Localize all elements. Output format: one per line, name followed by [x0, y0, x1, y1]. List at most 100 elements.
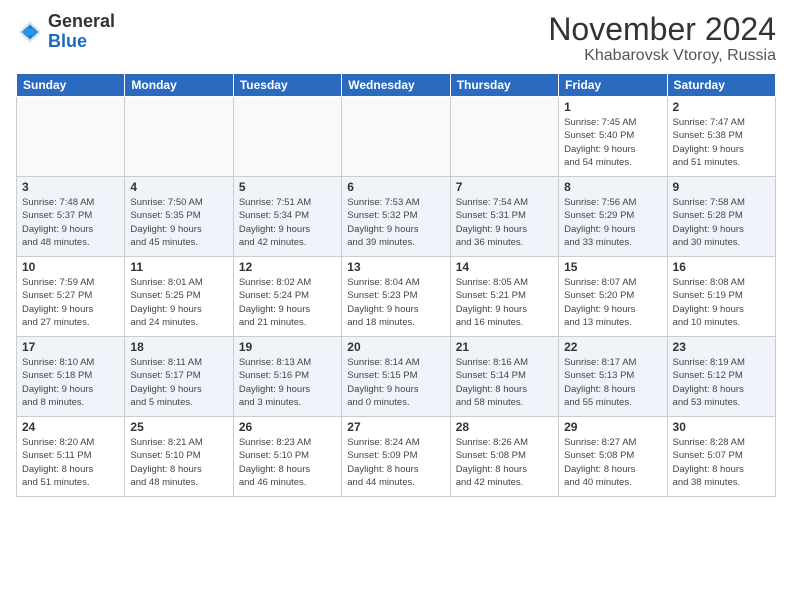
day-number: 5: [239, 180, 336, 194]
day-info: Sunrise: 7:58 AMSunset: 5:28 PMDaylight:…: [673, 196, 770, 249]
header-monday: Monday: [125, 74, 233, 97]
day-number: 28: [456, 420, 553, 434]
day-info: Sunrise: 8:10 AMSunset: 5:18 PMDaylight:…: [22, 356, 119, 409]
day-info: Sunrise: 8:05 AMSunset: 5:21 PMDaylight:…: [456, 276, 553, 329]
day-number: 9: [673, 180, 770, 194]
day-number: 3: [22, 180, 119, 194]
page: General Blue November 2024 Khabarovsk Vt…: [0, 0, 792, 612]
day-info: Sunrise: 8:11 AMSunset: 5:17 PMDaylight:…: [130, 356, 227, 409]
calendar-cell: 23 Sunrise: 8:19 AMSunset: 5:12 PMDayligh…: [667, 337, 775, 417]
day-info: Sunrise: 7:56 AMSunset: 5:29 PMDaylight:…: [564, 196, 661, 249]
day-number: 13: [347, 260, 444, 274]
day-info: Sunrise: 8:13 AMSunset: 5:16 PMDaylight:…: [239, 356, 336, 409]
day-info: Sunrise: 7:59 AMSunset: 5:27 PMDaylight:…: [22, 276, 119, 329]
day-number: 24: [22, 420, 119, 434]
day-number: 14: [456, 260, 553, 274]
header-tuesday: Tuesday: [233, 74, 341, 97]
calendar-cell: [342, 97, 450, 177]
calendar-cell: 5 Sunrise: 7:51 AMSunset: 5:34 PMDaylight…: [233, 177, 341, 257]
calendar-cell: 24Sunrise: 8:20 AMSunset: 5:11 PMDayligh…: [17, 417, 125, 497]
day-info: Sunrise: 8:26 AMSunset: 5:08 PMDaylight:…: [456, 436, 553, 489]
location-subtitle: Khabarovsk Vtoroy, Russia: [548, 47, 776, 65]
day-info: Sunrise: 8:21 AMSunset: 5:10 PMDaylight:…: [130, 436, 227, 489]
logo-text: General Blue: [48, 12, 115, 52]
day-number: 15: [564, 260, 661, 274]
calendar-cell: 14 Sunrise: 8:05 AMSunset: 5:21 PMDayligh…: [450, 257, 558, 337]
calendar-cell: 27 Sunrise: 8:24 AMSunset: 5:09 PMDayligh…: [342, 417, 450, 497]
day-info: Sunrise: 8:14 AMSunset: 5:15 PMDaylight:…: [347, 356, 444, 409]
day-info: Sunrise: 7:48 AMSunset: 5:37 PMDaylight:…: [22, 196, 119, 249]
calendar-cell: 10 Sunrise: 7:59 AMSunset: 5:27 PMDayligh…: [17, 257, 125, 337]
day-info: Sunrise: 7:45 AMSunset: 5:40 PMDaylight:…: [564, 116, 661, 169]
calendar-header-row: Sunday Monday Tuesday Wednesday Thursday…: [17, 74, 776, 97]
calendar-week-4: 17 Sunrise: 8:10 AMSunset: 5:18 PMDayligh…: [17, 337, 776, 417]
day-info: Sunrise: 8:24 AMSunset: 5:09 PMDaylight:…: [347, 436, 444, 489]
calendar-cell: 13 Sunrise: 8:04 AMSunset: 5:23 PMDayligh…: [342, 257, 450, 337]
calendar-cell: 30Sunrise: 8:28 AMSunset: 5:07 PMDayligh…: [667, 417, 775, 497]
calendar-cell: 15Sunrise: 8:07 AMSunset: 5:20 PMDayligh…: [559, 257, 667, 337]
header-saturday: Saturday: [667, 74, 775, 97]
calendar-cell: 21Sunrise: 8:16 AMSunset: 5:14 PMDayligh…: [450, 337, 558, 417]
day-number: 30: [673, 420, 770, 434]
header-friday: Friday: [559, 74, 667, 97]
day-info: Sunrise: 8:19 AMSunset: 5:12 PMDaylight:…: [673, 356, 770, 409]
day-number: 2: [673, 100, 770, 114]
day-number: 23: [673, 340, 770, 354]
day-info: Sunrise: 8:23 AMSunset: 5:10 PMDaylight:…: [239, 436, 336, 489]
calendar-cell: 17 Sunrise: 8:10 AMSunset: 5:18 PMDayligh…: [17, 337, 125, 417]
calendar-week-2: 3 Sunrise: 7:48 AMSunset: 5:37 PMDaylight…: [17, 177, 776, 257]
day-number: 22: [564, 340, 661, 354]
header-sunday: Sunday: [17, 74, 125, 97]
day-number: 7: [456, 180, 553, 194]
calendar-cell: 1 Sunrise: 7:45 AMSunset: 5:40 PMDaylight…: [559, 97, 667, 177]
day-number: 25: [130, 420, 227, 434]
calendar-cell: 9 Sunrise: 7:58 AMSunset: 5:28 PMDaylight…: [667, 177, 775, 257]
day-number: 12: [239, 260, 336, 274]
calendar-cell: 20 Sunrise: 8:14 AMSunset: 5:15 PMDayligh…: [342, 337, 450, 417]
calendar-cell: [233, 97, 341, 177]
calendar-week-3: 10 Sunrise: 7:59 AMSunset: 5:27 PMDayligh…: [17, 257, 776, 337]
calendar-cell: 6Sunrise: 7:53 AMSunset: 5:32 PMDaylight…: [342, 177, 450, 257]
header: General Blue November 2024 Khabarovsk Vt…: [16, 12, 776, 65]
day-info: Sunrise: 7:50 AMSunset: 5:35 PMDaylight:…: [130, 196, 227, 249]
calendar-cell: 16 Sunrise: 8:08 AMSunset: 5:19 PMDayligh…: [667, 257, 775, 337]
calendar-cell: 3 Sunrise: 7:48 AMSunset: 5:37 PMDaylight…: [17, 177, 125, 257]
day-info: Sunrise: 7:51 AMSunset: 5:34 PMDaylight:…: [239, 196, 336, 249]
day-info: Sunrise: 8:02 AMSunset: 5:24 PMDaylight:…: [239, 276, 336, 329]
day-number: 20: [347, 340, 444, 354]
day-info: Sunrise: 8:01 AMSunset: 5:25 PMDaylight:…: [130, 276, 227, 329]
day-number: 17: [22, 340, 119, 354]
calendar-cell: 22Sunrise: 8:17 AMSunset: 5:13 PMDayligh…: [559, 337, 667, 417]
day-number: 16: [673, 260, 770, 274]
day-number: 4: [130, 180, 227, 194]
logo-blue: Blue: [48, 31, 87, 51]
calendar-cell: 8Sunrise: 7:56 AMSunset: 5:29 PMDaylight…: [559, 177, 667, 257]
calendar-week-5: 24Sunrise: 8:20 AMSunset: 5:11 PMDayligh…: [17, 417, 776, 497]
day-number: 27: [347, 420, 444, 434]
logo-icon: [16, 18, 44, 46]
title-area: November 2024 Khabarovsk Vtoroy, Russia: [548, 12, 776, 65]
calendar-cell: [125, 97, 233, 177]
logo-general: General: [48, 11, 115, 31]
calendar-cell: 19 Sunrise: 8:13 AMSunset: 5:16 PMDayligh…: [233, 337, 341, 417]
day-info: Sunrise: 8:08 AMSunset: 5:19 PMDaylight:…: [673, 276, 770, 329]
calendar-cell: 7 Sunrise: 7:54 AMSunset: 5:31 PMDaylight…: [450, 177, 558, 257]
day-number: 1: [564, 100, 661, 114]
header-wednesday: Wednesday: [342, 74, 450, 97]
calendar-cell: 4 Sunrise: 7:50 AMSunset: 5:35 PMDaylight…: [125, 177, 233, 257]
day-number: 29: [564, 420, 661, 434]
calendar-cell: 12 Sunrise: 8:02 AMSunset: 5:24 PMDayligh…: [233, 257, 341, 337]
day-info: Sunrise: 8:04 AMSunset: 5:23 PMDaylight:…: [347, 276, 444, 329]
day-info: Sunrise: 7:47 AMSunset: 5:38 PMDaylight:…: [673, 116, 770, 169]
day-number: 26: [239, 420, 336, 434]
day-number: 19: [239, 340, 336, 354]
logo: General Blue: [16, 12, 115, 52]
day-info: Sunrise: 7:54 AMSunset: 5:31 PMDaylight:…: [456, 196, 553, 249]
calendar-cell: 11Sunrise: 8:01 AMSunset: 5:25 PMDayligh…: [125, 257, 233, 337]
header-thursday: Thursday: [450, 74, 558, 97]
calendar-cell: 26 Sunrise: 8:23 AMSunset: 5:10 PMDayligh…: [233, 417, 341, 497]
month-title: November 2024: [548, 12, 776, 47]
day-info: Sunrise: 8:27 AMSunset: 5:08 PMDaylight:…: [564, 436, 661, 489]
calendar-table: Sunday Monday Tuesday Wednesday Thursday…: [16, 73, 776, 497]
day-number: 10: [22, 260, 119, 274]
